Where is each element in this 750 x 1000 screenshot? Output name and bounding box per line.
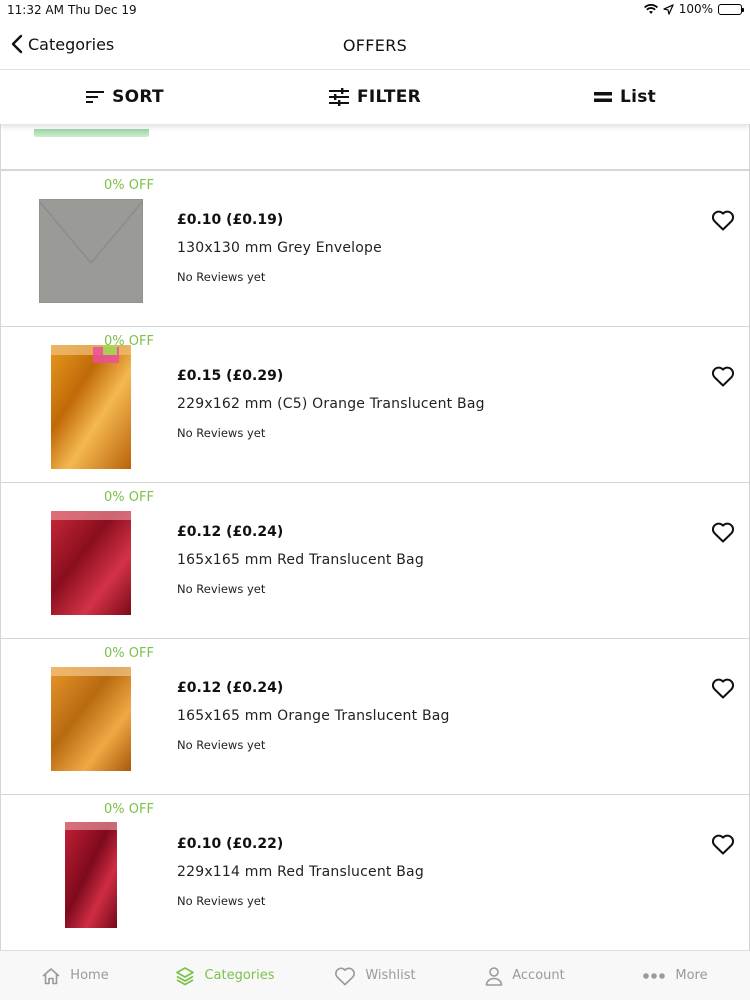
more-icon [643,972,666,979]
product-price: £0.10 (£0.22) [177,836,284,852]
home-icon [42,967,60,984]
discount-badge: 0% OFF [104,178,154,193]
wishlist-heart-icon[interactable] [711,521,735,543]
product-price: £0.15 (£0.29) [177,368,284,384]
product-card[interactable]: 0% OFF £0.12 (£0.24) 165x165 mm Red Tran… [0,482,750,639]
battery-icon [718,3,744,15]
wifi-icon [643,3,658,14]
tab-categories[interactable]: Categories [150,951,300,1000]
tab-more[interactable]: More [600,951,750,1000]
product-price: £0.12 (£0.24) [177,680,284,696]
tab-wishlist[interactable]: Wishlist [300,951,450,1000]
orange-bag-image [51,344,131,469]
product-price: £0.10 (£0.19) [177,212,284,228]
list-view-icon [593,92,612,102]
tab-account-label: Account [512,968,565,983]
tab-categories-label: Categories [204,968,275,983]
product-card[interactable]: 0% OFF £0.10 (£0.22) 229x114 mm Red Tran… [0,794,750,950]
product-list[interactable]: 0% OFF £0.10 (£0.19) 130x130 mm Grey Env… [0,124,750,950]
product-card[interactable]: 0% OFF £0.15 (£0.29) 229x162 mm (C5) Ora… [0,326,750,483]
discount-badge: 0% OFF [104,334,154,349]
product-price: £0.12 (£0.24) [177,524,284,540]
wishlist-heart-icon[interactable] [711,209,735,231]
product-card[interactable]: 0% OFF £0.12 (£0.24) 165x165 mm Orange T… [0,638,750,795]
tab-wishlist-label: Wishlist [365,968,416,983]
red-bag-image [51,510,131,615]
product-name[interactable]: 130x130 mm Grey Envelope [177,240,382,256]
back-button[interactable]: Categories [10,34,114,54]
navigation-bar: OFFERS Categories [0,22,750,70]
status-time: 11:32 AM [7,3,64,17]
product-reviews: No Reviews yet [177,738,266,752]
tab-home[interactable]: Home [0,951,150,1000]
product-image [31,651,151,786]
filter-button[interactable]: FILTER [250,70,500,124]
product-name[interactable]: 229x114 mm Red Translucent Bag [177,864,424,880]
product-image [31,183,151,318]
wishlist-heart-icon[interactable] [711,677,735,699]
product-name[interactable]: 229x162 mm (C5) Orange Translucent Bag [177,396,485,412]
orange-bag-image [51,666,131,771]
product-reviews: No Reviews yet [177,426,266,440]
discount-badge: 0% OFF [104,802,154,817]
status-bar: 11:32 AM Thu Dec 19 100% [0,0,750,22]
red-bag-image [65,821,117,928]
product-card[interactable]: 0% OFF £0.10 (£0.19) 130x130 mm Grey Env… [0,170,750,327]
filter-sliders-icon [328,88,349,106]
filter-label: FILTER [356,87,422,107]
view-label: List [619,87,657,107]
sort-button[interactable]: SORT [0,70,250,124]
sort-filter-toolbar: SORT FILTER List [0,70,750,124]
wishlist-heart-icon[interactable] [711,365,735,387]
sort-icon [86,91,105,103]
product-name[interactable]: 165x165 mm Orange Translucent Bag [177,708,450,724]
heart-icon [335,967,356,985]
tab-account[interactable]: Account [450,951,600,1000]
grey-envelope-image [39,198,143,303]
wishlist-heart-icon[interactable] [711,833,735,855]
status-date: Thu Dec 19 [68,3,137,17]
tab-more-label: More [675,968,708,983]
discount-badge: 0% OFF [104,646,154,661]
product-reviews: No Reviews yet [177,270,266,284]
person-icon [485,966,503,986]
tab-home-label: Home [70,968,109,983]
product-reviews: No Reviews yet [177,894,266,908]
sort-label: SORT [112,87,164,107]
status-indicators: 100% [643,2,744,16]
layers-icon [176,966,195,985]
back-button-label: Categories [28,34,115,54]
discount-badge: 0% OFF [104,490,154,505]
location-arrow-icon [663,3,674,15]
product-image [31,339,151,474]
product-image [31,495,151,630]
product-image [31,807,151,942]
product-name[interactable]: 165x165 mm Red Translucent Bag [177,552,424,568]
chevron-left-icon [11,34,23,54]
product-image-partial [34,129,149,137]
product-reviews: No Reviews yet [177,582,266,596]
list-view-button[interactable]: List [500,70,750,124]
battery-percent: 100% [678,2,713,16]
bottom-tab-bar: Home Categories Wishlist Account More [0,950,750,1000]
product-card-partial[interactable] [0,124,750,170]
